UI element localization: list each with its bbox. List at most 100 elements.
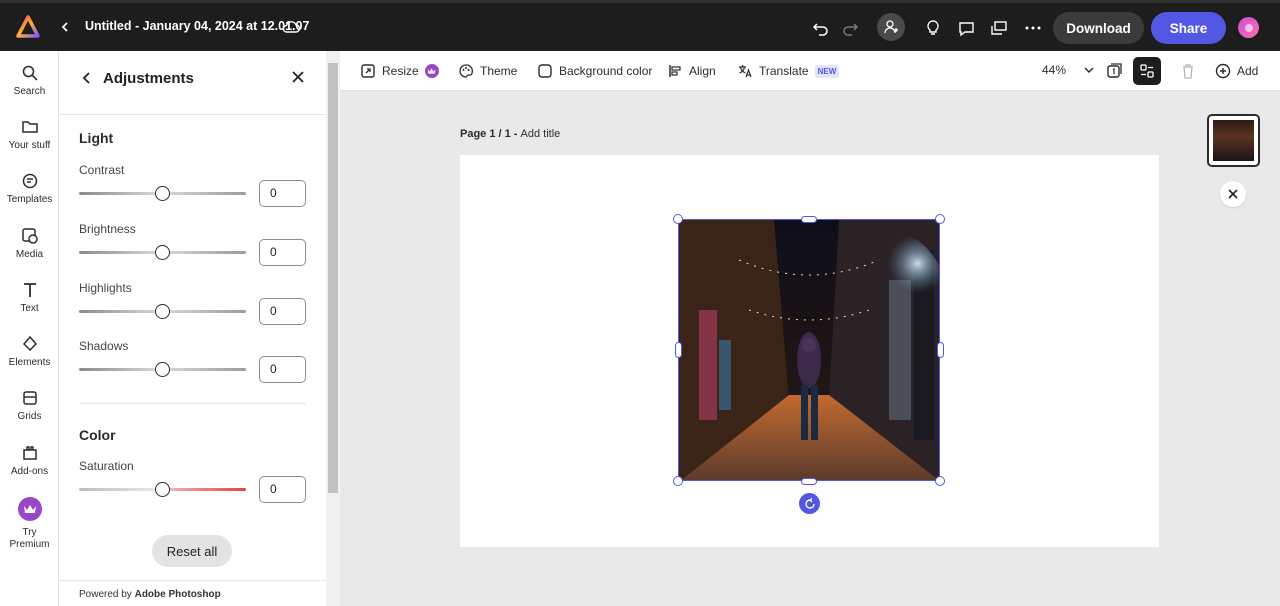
document-title[interactable]: Untitled - January 04, 2024 at 12.01.07 [85, 19, 309, 33]
highlights-label: Highlights [79, 281, 132, 295]
panel-close-icon[interactable] [291, 70, 305, 84]
resize-handle-top-left[interactable] [673, 214, 683, 224]
canvas-page[interactable] [460, 155, 1159, 547]
zoom-dropdown[interactable]: 44% [1042, 63, 1094, 77]
folder-icon [21, 121, 38, 133]
translate-button[interactable]: Translate NEW [737, 63, 840, 79]
rail-item-try-premium[interactable]: Try Premium [0, 497, 59, 551]
rotate-icon [804, 497, 815, 509]
rail-item-addons[interactable]: Add-ons [0, 443, 59, 477]
page-number: Page 1 / 1 - [460, 128, 521, 140]
delete-button[interactable] [1180, 62, 1196, 80]
scrollbar-thumb[interactable] [328, 63, 338, 493]
rail-item-search[interactable]: Search [0, 63, 59, 97]
resize-handle-bottom-left[interactable] [673, 476, 683, 486]
close-icon [1228, 189, 1238, 199]
pages-icon [1107, 63, 1122, 78]
canvas-toolbar: Resize Theme Background color Align Tran… [340, 51, 1280, 91]
align-button[interactable]: Align [667, 63, 716, 79]
highlights-slider-thumb[interactable] [155, 304, 170, 319]
rail-label-try-premium: Try Premium [9, 527, 50, 550]
rail-label-grids: Grids [17, 411, 42, 422]
brightness-label: Brightness [79, 222, 136, 236]
saturation-label: Saturation [79, 459, 134, 473]
background-color-icon [538, 64, 552, 78]
brightness-slider-thumb[interactable] [155, 245, 170, 260]
resize-handle-right[interactable] [937, 342, 944, 358]
resize-handle-bottom-right[interactable] [935, 476, 945, 486]
theme-button[interactable]: Theme [458, 63, 517, 79]
back-icon[interactable] [59, 17, 71, 37]
redo-icon[interactable] [837, 15, 863, 41]
shadows-slider-thumb[interactable] [155, 362, 170, 377]
rail-item-media[interactable]: Media [0, 226, 59, 260]
download-button[interactable]: Download [1053, 12, 1144, 44]
templates-icon [22, 173, 37, 189]
reset-all-button[interactable]: Reset all [152, 535, 232, 567]
more-icon[interactable] [1020, 15, 1046, 41]
resize-handle-top-right[interactable] [935, 214, 945, 224]
contrast-slider-thumb[interactable] [155, 186, 170, 201]
section-divider [79, 403, 306, 404]
background-color-button[interactable]: Background color [537, 63, 652, 79]
invite-icon[interactable] [877, 13, 905, 41]
undo-icon[interactable] [808, 15, 834, 41]
theme-label: Theme [480, 64, 518, 78]
saturation-input[interactable]: 0 [259, 476, 306, 503]
shadows-input[interactable]: 0 [259, 356, 306, 383]
panel-scrollbar[interactable] [326, 51, 340, 606]
resize-icon [361, 64, 375, 78]
section-title-light: Light [79, 130, 114, 146]
resize-handle-left[interactable] [675, 342, 682, 358]
zoom-value: 44% [1042, 63, 1067, 77]
align-icon [669, 65, 681, 77]
panel-back-icon[interactable] [81, 71, 93, 85]
powered-brand: Adobe Photoshop [134, 589, 221, 600]
rail-item-templates[interactable]: Templates [0, 171, 59, 205]
rail-item-grids[interactable]: Grids [0, 388, 59, 422]
rail-item-your-stuff[interactable]: Your stuff [0, 117, 59, 151]
page-title-input[interactable]: Add title [521, 128, 561, 140]
selected-image[interactable] [678, 219, 940, 481]
section-title-color: Color [79, 427, 116, 443]
powered-prefix: Powered by [79, 589, 135, 600]
rail-label-media: Media [15, 249, 44, 260]
new-badge: NEW [814, 64, 840, 78]
share-button[interactable]: Share [1151, 12, 1226, 44]
adobe-express-logo[interactable] [16, 15, 40, 39]
add-button[interactable]: Add [1215, 63, 1258, 79]
rail-item-elements[interactable]: Elements [0, 334, 59, 368]
rail-label-your-stuff: Your stuff [8, 140, 51, 151]
resize-handle-top[interactable] [801, 216, 817, 223]
resize-button[interactable]: Resize [360, 63, 439, 79]
add-label: Add [1237, 64, 1259, 78]
thumbnail-image [1213, 120, 1254, 161]
search-icon [22, 65, 38, 81]
rail-item-text[interactable]: Text [0, 280, 59, 314]
palette-icon [459, 64, 473, 78]
alley-photo [679, 220, 939, 480]
grids-icon [22, 391, 37, 405]
layers-toggle-button[interactable] [1133, 57, 1161, 85]
resize-handle-bottom[interactable] [801, 478, 817, 485]
background-color-label: Background color [559, 64, 653, 78]
contrast-input[interactable]: 0 [259, 180, 306, 207]
present-icon[interactable] [986, 15, 1012, 41]
text-icon [23, 283, 36, 297]
cloud-sync-icon[interactable] [280, 17, 302, 37]
lightbulb-icon[interactable] [920, 15, 946, 41]
comment-icon[interactable] [953, 15, 979, 41]
shadows-label: Shadows [79, 339, 129, 353]
add-icon [1215, 63, 1231, 79]
resize-label: Resize [382, 64, 419, 78]
page-thumbnail[interactable] [1207, 114, 1260, 167]
rail-label-elements: Elements [8, 357, 51, 368]
avatar[interactable] [1238, 17, 1259, 38]
close-pages-button[interactable] [1220, 181, 1246, 207]
highlights-input[interactable]: 0 [259, 298, 306, 325]
brightness-input[interactable]: 0 [259, 239, 306, 266]
rotate-handle[interactable] [799, 493, 820, 514]
page-count-button[interactable] [1105, 62, 1123, 80]
saturation-slider-thumb[interactable] [155, 482, 170, 497]
crown-icon [17, 497, 42, 521]
